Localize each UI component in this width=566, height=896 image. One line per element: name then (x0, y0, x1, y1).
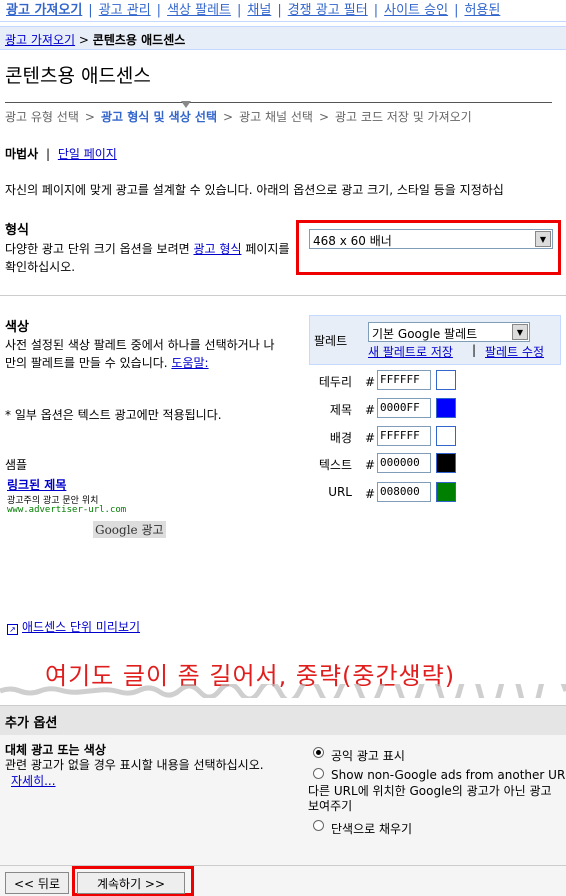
wizard-mode-separator: | (45, 147, 50, 161)
hash-symbol: # (365, 403, 376, 417)
title-color-label: 제목 (329, 403, 352, 417)
nav-site-authorization[interactable]: 사이트 승인 (384, 0, 448, 21)
background-color-input[interactable]: FFFFFF (377, 426, 431, 446)
colors-note: * 일부 옵션은 텍스트 광고에만 적용됩니다. (5, 408, 222, 422)
wizard-mode: 마법사 | 단일 페이지 (5, 145, 117, 162)
other-url-option-desc: 다른 URL에 위치한 Google의 광고가 아닌 광고 보여주기 (308, 784, 552, 813)
text-color-input[interactable]: 000000 (377, 453, 431, 473)
hash-symbol: # (365, 375, 376, 389)
back-button[interactable]: << 뒤로 (5, 872, 69, 894)
format-select[interactable]: 468 x 60 배너 ▼ (309, 229, 553, 249)
format-description: 다양한 광고 단위 크기 옵션을 보려면 광고 형식 페이지를 확인하십시오. (5, 240, 295, 276)
current-step-marker-icon (181, 101, 191, 108)
chevron-down-icon[interactable]: ▼ (512, 324, 528, 340)
wizard-mode-active: 마법사 (5, 147, 39, 161)
popup-icon: ↗ (7, 624, 18, 635)
text-color-label: 텍스트 (318, 458, 352, 472)
hash-symbol: # (365, 431, 376, 445)
other-url-radio[interactable] (313, 768, 324, 779)
nav-separator: | (373, 3, 379, 18)
sample-ad-title: 링크된 제목 (7, 478, 67, 492)
section-divider (0, 295, 566, 296)
border-color-swatch[interactable] (436, 370, 456, 390)
save-new-palette-link[interactable]: 새 팔레트로 저장 (368, 343, 453, 360)
single-page-link[interactable]: 단일 페이지 (58, 147, 117, 161)
hash-symbol: # (365, 487, 376, 501)
other-url-option-label: Show non-Google ads from another URL (331, 768, 566, 782)
breadcrumb: 광고 가져오기 > 콘텐츠용 애드센스 (0, 26, 566, 50)
url-color-input[interactable]: 008000 (377, 482, 431, 502)
step-channels: 광고 채널 선택 (239, 110, 313, 124)
border-color-input[interactable]: FFFFFF (377, 370, 431, 390)
nav-separator: | (454, 3, 459, 18)
preview-link-container[interactable]: ↗ 애드센스 단위 미리보기 (7, 618, 140, 635)
nav-separator: | (156, 3, 162, 18)
wizard-steps: 광고 유형 선택 > 광고 형식 및 색상 선택 > 광고 채널 선택 > 광고 코드 저장… (5, 108, 472, 125)
learn-more-link[interactable]: 자세히... (11, 774, 56, 788)
intro-text: 자신의 페이지에 맞게 광고를 설계할 수 있습니다. 아래의 옵션으로 광고 … (5, 183, 504, 197)
step-get-code: 광고 코드 저장 및 가져오기 (335, 110, 472, 124)
alternate-ads-heading: 대체 광고 또는 색상 (5, 743, 106, 757)
step-ad-type: 광고 유형 선택 (5, 110, 79, 124)
url-color-swatch[interactable] (436, 482, 456, 502)
nav-color-palettes[interactable]: 색상 팔레트 (167, 0, 231, 21)
nav-competitive-ad-filter[interactable]: 경쟁 광고 필터 (288, 0, 368, 21)
text-color-swatch[interactable] (436, 453, 456, 473)
hash-symbol: # (365, 458, 376, 472)
breadcrumb-get-ads-link[interactable]: 광고 가져오기 (5, 33, 75, 47)
sample-ad-url: www.advertiser-url.com (7, 505, 127, 515)
adsense-preview-link[interactable]: 애드센스 단위 미리보기 (22, 620, 140, 634)
nav-manage-ads[interactable]: 광고 관리 (99, 0, 151, 21)
nav-separator: | (237, 3, 242, 18)
ad-formats-link[interactable]: 광고 형식 (194, 242, 242, 256)
palette-link-separator: | (472, 343, 477, 357)
nav-separator: | (88, 3, 93, 18)
solid-color-option-label: 단색으로 채우기 (331, 822, 413, 836)
breadcrumb-current: 콘텐츠용 애드센스 (92, 33, 186, 47)
colors-description: 사전 설정된 색상 팔레트 중에서 하나를 선택하거나 나만의 팔레트를 만들 … (5, 336, 275, 372)
format-select-value: 468 x 60 배너 (313, 234, 392, 248)
step-arrow: > (223, 110, 234, 124)
url-color-label: URL (328, 485, 352, 499)
help-link[interactable]: 도움말: (171, 356, 208, 370)
continue-button[interactable]: 계속하기 >> (77, 872, 185, 894)
edit-palette-link[interactable]: 팔레트 수정 (485, 343, 544, 360)
title-color-swatch[interactable] (436, 398, 456, 418)
page-title: 콘텐츠용 애드센스 (5, 65, 151, 87)
chevron-down-icon[interactable]: ▼ (535, 231, 551, 247)
step-arrow: > (84, 110, 95, 124)
palette-select[interactable]: 기본 Google 팔레트 ▼ (368, 322, 530, 342)
sample-label: 샘플 (5, 458, 28, 472)
alternate-ads-desc-text: 관련 광고가 없을 경우 표시할 내용을 선택하십시오. (5, 758, 264, 772)
top-nav: 광고 가져오기 | 광고 관리 | 색상 팔레트 | 채널 | 경쟁 광고 필터 | 사이트 승인 |… (0, 0, 566, 22)
palette-select-value: 기본 Google 팔레트 (372, 327, 478, 341)
additional-options-heading: 추가 옵션 (5, 716, 58, 731)
solid-color-radio[interactable] (313, 820, 324, 831)
psa-radio[interactable] (313, 747, 324, 758)
psa-option-label: 공익 광고 표시 (331, 749, 405, 763)
title-divider (5, 102, 552, 103)
palette-label: 팔레트 (314, 334, 348, 348)
alternate-ads-description: 관련 광고가 없을 경우 표시할 내용을 선택하십시오. 자세히... (5, 757, 275, 789)
breadcrumb-separator: > (78, 33, 89, 47)
nav-get-ads[interactable]: 광고 가져오기 (0, 0, 82, 21)
torn-edge-divider (0, 684, 566, 698)
step-arrow: > (318, 110, 330, 124)
nav-allowed[interactable]: 허용된 (464, 0, 500, 21)
format-heading: 형식 (5, 223, 29, 238)
nav-separator: | (277, 3, 282, 18)
background-color-label: 배경 (329, 431, 352, 445)
background-color-swatch[interactable] (436, 426, 456, 446)
format-desc-text: 다양한 광고 단위 크기 옵션을 보려면 (5, 242, 190, 256)
step-format-colors: 광고 형식 및 색상 선택 (100, 110, 218, 124)
title-color-input[interactable]: 0000FF (377, 398, 431, 418)
ads-by-google-logo: Google 광고 (93, 521, 166, 538)
border-color-label: 테두리 (318, 375, 352, 389)
colors-heading: 색상 (5, 320, 29, 335)
colors-desc-text: 사전 설정된 색상 팔레트 중에서 하나를 선택하거나 나만의 팔레트를 만들 … (5, 338, 275, 370)
additional-options-header (0, 705, 566, 735)
nav-channels[interactable]: 채널 (247, 0, 271, 21)
